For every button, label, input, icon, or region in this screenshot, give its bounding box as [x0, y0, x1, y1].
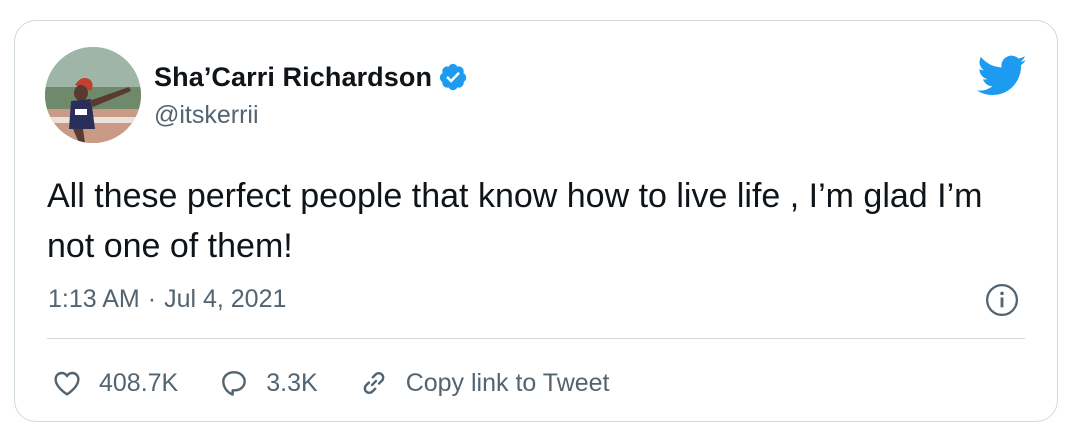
tweet-timestamp[interactable]: 1:13 AM · Jul 4, 2021 — [48, 285, 286, 314]
speech-bubble-icon — [222, 371, 247, 396]
tweet-card: Sha’Carri Richardson @itskerrii All thes… — [14, 20, 1058, 422]
copy-link-button[interactable]: Copy link to Tweet — [358, 367, 610, 399]
avatar-photo — [45, 47, 141, 143]
like-count: 408.7K — [99, 368, 179, 397]
reply-button[interactable]: 3.3K — [218, 367, 318, 399]
author-row: Sha’Carri Richardson — [154, 60, 468, 94]
action-bar: 408.7K 3.3K Copy link to Tweet — [51, 363, 610, 403]
tweet-text: All these perfect people that know how t… — [47, 177, 983, 265]
author-handle[interactable]: @itskerrii — [154, 101, 259, 130]
meta-separator: · — [147, 285, 157, 313]
copy-link-label: Copy link to Tweet — [405, 368, 610, 397]
avatar[interactable] — [45, 47, 141, 143]
heart-icon — [54, 371, 80, 396]
like-button[interactable]: 408.7K — [51, 367, 178, 399]
twitter-bird-icon[interactable] — [977, 55, 1027, 97]
reply-count: 3.3K — [266, 368, 318, 397]
verified-badge-icon — [439, 63, 467, 91]
link-icon — [363, 371, 385, 395]
tweet-date: Jul 4, 2021 — [164, 285, 287, 313]
tweet-time: 1:13 AM — [48, 285, 140, 313]
divider — [47, 338, 1025, 339]
author-name[interactable]: Sha’Carri Richardson — [154, 62, 432, 93]
info-icon[interactable] — [985, 283, 1019, 317]
